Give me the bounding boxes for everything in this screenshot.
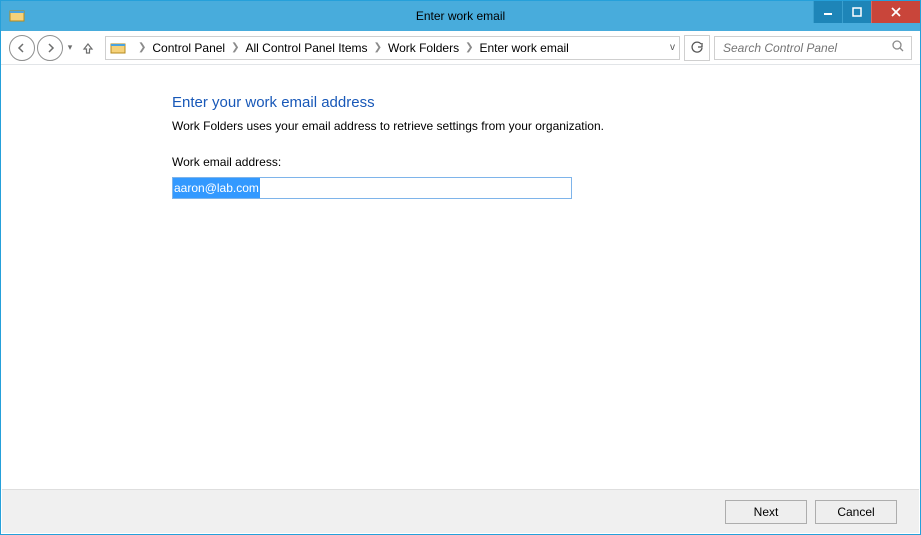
email-field-label: Work email address:: [172, 155, 919, 169]
window-title: Enter work email: [1, 9, 920, 23]
navigation-bar: ▾ ❯ Control Panel ❯ All Control Panel It…: [1, 31, 920, 65]
breadcrumb-item[interactable]: Work Folders: [388, 41, 459, 55]
chevron-right-icon[interactable]: ❯: [231, 42, 239, 53]
chevron-right-icon[interactable]: ❯: [374, 42, 382, 53]
chevron-right-icon[interactable]: ❯: [138, 42, 146, 53]
search-icon[interactable]: [891, 39, 905, 56]
search-box[interactable]: [714, 36, 912, 60]
breadcrumb-item[interactable]: All Control Panel Items: [246, 41, 368, 55]
folder-icon: [110, 40, 126, 56]
breadcrumb-item[interactable]: Control Panel: [152, 41, 225, 55]
search-input[interactable]: [721, 40, 891, 56]
email-value-selected: aaron@lab.com: [173, 178, 260, 198]
forward-button[interactable]: [37, 35, 63, 61]
up-button[interactable]: [81, 41, 95, 55]
back-button[interactable]: [9, 35, 35, 61]
recent-locations-button[interactable]: ▾: [65, 42, 75, 53]
control-panel-icon: [9, 8, 25, 24]
cancel-button[interactable]: Cancel: [815, 500, 897, 524]
minimize-button[interactable]: [813, 1, 842, 23]
refresh-button[interactable]: [684, 35, 710, 61]
next-button[interactable]: Next: [725, 500, 807, 524]
page-description: Work Folders uses your email address to …: [172, 119, 919, 133]
maximize-button[interactable]: [842, 1, 871, 23]
window-controls: [813, 1, 920, 23]
footer-bar: Next Cancel: [2, 489, 919, 533]
window-frame: Enter work email ▾: [0, 0, 921, 535]
content-area: Enter your work email address Work Folde…: [2, 66, 919, 488]
work-email-input[interactable]: aaron@lab.com: [172, 177, 572, 199]
breadcrumb-item[interactable]: Enter work email: [479, 41, 568, 55]
address-bar[interactable]: ❯ Control Panel ❯ All Control Panel Item…: [105, 36, 680, 60]
address-history-button[interactable]: v: [670, 42, 675, 53]
chevron-right-icon[interactable]: ❯: [465, 42, 473, 53]
page-heading: Enter your work email address: [172, 94, 919, 111]
close-button[interactable]: [871, 1, 920, 23]
title-bar: Enter work email: [1, 1, 920, 31]
